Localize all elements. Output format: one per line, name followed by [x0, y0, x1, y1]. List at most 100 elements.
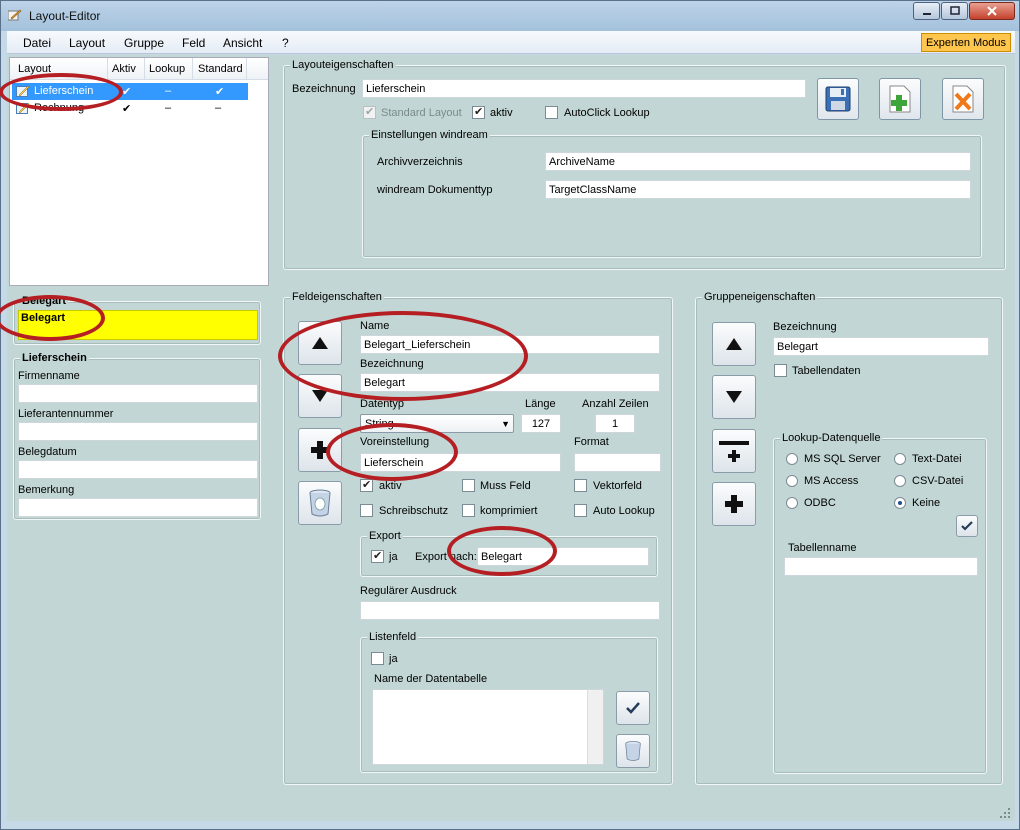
layout-row[interactable]: Lieferschein ✔ – ✔	[12, 83, 248, 100]
schreibschutz-checkbox[interactable]	[360, 504, 373, 517]
recycle-bin-icon	[309, 489, 331, 517]
vektorfeld-checkbox[interactable]	[574, 479, 587, 492]
export-nach-input[interactable]: Belegart	[477, 547, 649, 566]
menu-layout[interactable]: Layout	[69, 36, 105, 50]
remove-group-button[interactable]	[712, 429, 756, 473]
preview-field-input[interactable]	[18, 498, 258, 517]
muss-feld-checkbox[interactable]	[462, 479, 475, 492]
doktyp-input[interactable]: TargetClassName	[545, 180, 971, 199]
zeilen-label: Anzahl Zeilen	[582, 398, 649, 410]
preview-panel: Belegart Belegart Lieferschein Firmennam…	[9, 289, 267, 799]
layout-bezeichnung-input[interactable]: Lieferschein	[362, 79, 806, 98]
preview-field-input[interactable]	[18, 422, 258, 441]
radio-ms-access[interactable]	[786, 475, 798, 487]
radio-ms-sql-server[interactable]	[786, 453, 798, 465]
radio-keine[interactable]	[894, 497, 906, 509]
maximize-button[interactable]	[941, 2, 968, 20]
layout-list[interactable]: Layout Aktiv Lookup Standard Lieferschei…	[9, 57, 269, 286]
field-name-input[interactable]: Belegart_Lieferschein	[360, 335, 660, 354]
autoclick-lookup-checkbox[interactable]	[545, 106, 558, 119]
regex-input[interactable]	[360, 601, 660, 620]
layout-aktiv-label: aktiv	[490, 107, 513, 119]
field-properties-legend: Feldeigenschaften	[290, 291, 384, 304]
col-lookup[interactable]: Lookup	[149, 63, 185, 75]
col-layout[interactable]: Layout	[18, 63, 51, 75]
floppy-disk-icon	[825, 86, 851, 112]
layout-icon	[16, 85, 30, 97]
tabellendaten-checkbox[interactable]	[774, 364, 787, 377]
move-group-up-button[interactable]	[712, 322, 756, 366]
preview-group1-field: Belegart	[21, 312, 66, 324]
move-field-down-button[interactable]	[298, 374, 342, 418]
move-field-up-button[interactable]	[298, 321, 342, 365]
main-window: Layout-Editor Datei Layout Gruppe Feld A…	[0, 0, 1020, 830]
zeilen-input[interactable]: 1	[595, 414, 635, 433]
col-standard[interactable]: Standard	[198, 63, 243, 75]
voreinstellung-input[interactable]: Lieferschein	[360, 453, 561, 472]
doktyp-label: windream Dokumenttyp	[377, 184, 493, 196]
menu-datei[interactable]: Datei	[23, 36, 51, 50]
preview-field-input[interactable]	[18, 460, 258, 479]
export-legend: Export	[367, 530, 403, 543]
datentyp-select[interactable]: String ▼	[360, 414, 514, 433]
expert-mode-button[interactable]: Experten Modus	[921, 33, 1011, 52]
archiv-input[interactable]: ArchiveName	[545, 152, 971, 171]
radio-csv-datei[interactable]	[894, 475, 906, 487]
tabellenname-input[interactable]	[784, 557, 978, 576]
export-ja-checkbox[interactable]	[371, 549, 384, 563]
group-bezeichnung-input[interactable]: Belegart	[773, 337, 989, 356]
komprimiert-checkbox[interactable]	[462, 504, 475, 517]
layout-row[interactable]: Rechnung ✔ – –	[12, 100, 248, 117]
menu-help[interactable]: ?	[282, 36, 289, 50]
menu-ansicht[interactable]: Ansicht	[223, 36, 262, 50]
datentabelle-textarea[interactable]	[372, 689, 604, 765]
new-layout-button[interactable]	[879, 78, 921, 120]
apply-lookup-button[interactable]	[956, 515, 978, 537]
radio-label: ODBC	[804, 497, 836, 509]
preview-field-input[interactable]	[18, 384, 258, 403]
datentabelle-label: Name der Datentabelle	[374, 673, 488, 685]
close-button[interactable]	[969, 2, 1015, 20]
save-layout-button[interactable]	[817, 78, 859, 120]
datentabelle-scrollbar[interactable]	[587, 690, 603, 764]
layout-aktiv: ✔	[122, 86, 132, 98]
col-aktiv[interactable]: Aktiv	[112, 63, 136, 75]
delete-layout-button[interactable]	[942, 78, 984, 120]
listenfeld-ja-checkbox[interactable]	[371, 652, 384, 665]
plus-icon	[725, 495, 743, 513]
preview-field-label: Belegdatum	[18, 446, 77, 458]
layout-properties-legend: Layouteigenschaften	[290, 59, 396, 72]
arrow-up-icon	[312, 337, 328, 349]
apply-table-button[interactable]	[616, 691, 650, 725]
clear-table-button[interactable]	[616, 734, 650, 768]
auto-lookup-label: Auto Lookup	[593, 505, 655, 517]
preview-group-belegart: Belegart Belegart	[13, 295, 261, 345]
radio-odbc[interactable]	[786, 497, 798, 509]
auto-lookup-checkbox[interactable]	[574, 504, 587, 517]
move-group-down-button[interactable]	[712, 375, 756, 419]
standard-layout-checkbox[interactable]	[363, 105, 376, 119]
schreibschutz-label: Schreibschutz	[379, 505, 449, 517]
muss-feld-label: Muss Feld	[480, 480, 531, 492]
delete-field-button[interactable]	[298, 481, 342, 525]
field-bezeichnung-input[interactable]: Belegart	[360, 373, 660, 392]
laenge-input[interactable]: 127	[521, 414, 561, 433]
format-input[interactable]	[574, 453, 661, 472]
add-field-button[interactable]	[298, 428, 342, 472]
radio-label: CSV-Datei	[912, 475, 964, 487]
export-ja-label: ja	[389, 551, 398, 563]
layout-aktiv-checkbox[interactable]	[472, 105, 485, 119]
group-properties-panel: Gruppeneigenschaften Bezeichnung Belegar…	[685, 289, 1013, 799]
resize-grip-icon[interactable]	[999, 807, 1011, 819]
menu-gruppe[interactable]: Gruppe	[124, 36, 164, 50]
add-group-button[interactable]	[712, 482, 756, 526]
laenge-label: Länge	[525, 398, 556, 410]
layout-name: Rechnung	[34, 102, 85, 114]
radio-text-datei[interactable]	[894, 453, 906, 465]
autoclick-lookup-label: AutoClick Lookup	[564, 107, 650, 119]
selected-field-highlight[interactable]: Belegart	[18, 310, 258, 340]
field-aktiv-checkbox[interactable]	[360, 478, 373, 492]
title-bar[interactable]: Layout-Editor	[1, 1, 1019, 31]
minimize-button[interactable]	[913, 2, 940, 20]
menu-feld[interactable]: Feld	[182, 36, 205, 50]
